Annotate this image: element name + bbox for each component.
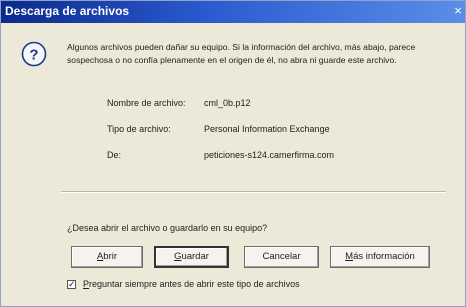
file-download-dialog: Descarga de archivos × ? Algunos archivo… bbox=[0, 0, 466, 307]
title-bar[interactable]: Descarga de archivos × bbox=[1, 1, 465, 23]
save-button[interactable]: Guardar bbox=[154, 246, 229, 268]
dialog-title: Descarga de archivos bbox=[5, 4, 130, 18]
file-name-value: cml_0b.p12 bbox=[204, 98, 251, 108]
close-button[interactable]: × bbox=[451, 2, 465, 20]
file-type-label: Tipo de archivo: bbox=[107, 124, 171, 134]
checkmark-icon: ✓ bbox=[68, 279, 76, 289]
more-info-button[interactable]: Más información bbox=[330, 246, 430, 268]
always-ask-label-text: reguntar siempre antes de abrir este tip… bbox=[89, 279, 300, 289]
cancel-button[interactable]: Cancelar bbox=[244, 246, 319, 268]
save-button-label: uardar bbox=[181, 251, 209, 262]
question-icon: ? bbox=[21, 41, 47, 67]
file-name-label: Nombre de archivo: bbox=[107, 98, 186, 108]
open-or-save-question: ¿Desea abrir el archivo o guardarlo en s… bbox=[67, 223, 268, 233]
open-button-label: brir bbox=[103, 251, 118, 262]
more-info-button-mnemonic: M bbox=[345, 251, 354, 262]
warning-message: Algunos archivos pueden dañar su equipo.… bbox=[67, 42, 416, 65]
from-label: De: bbox=[107, 150, 122, 160]
file-type-value: Personal Information Exchange bbox=[204, 124, 330, 134]
always-ask-checkbox[interactable]: ✓ bbox=[67, 279, 76, 289]
from-value: peticiones-s124.camerfirma.com bbox=[204, 150, 335, 160]
open-button[interactable]: Abrir bbox=[71, 246, 143, 268]
always-ask-label[interactable]: Preguntar siempre antes de abrir este ti… bbox=[83, 279, 300, 289]
more-info-button-label: ás información bbox=[353, 251, 415, 262]
separator-highlight bbox=[61, 192, 446, 193]
svg-text:?: ? bbox=[29, 47, 38, 64]
cancel-button-label: Cancelar bbox=[262, 251, 301, 262]
